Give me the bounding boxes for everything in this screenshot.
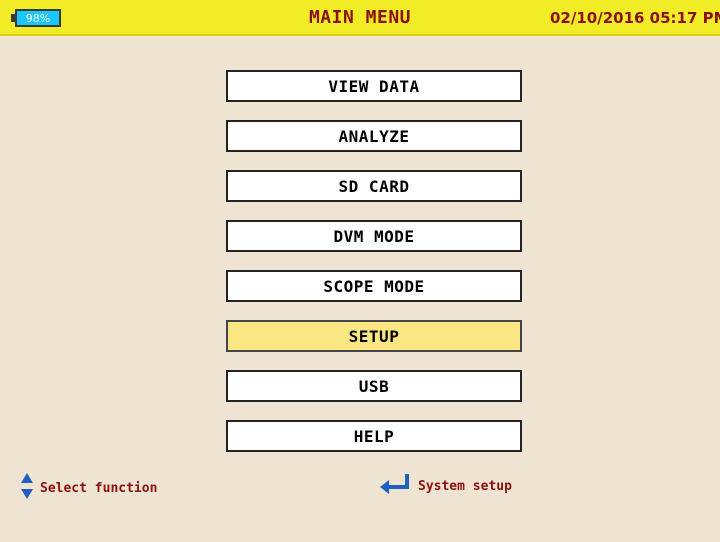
menu-item-setup[interactable]: SETUP — [226, 320, 522, 352]
select-function-label: Select function — [40, 480, 158, 496]
menu-item-analyze[interactable]: ANALYZE — [226, 120, 522, 152]
menu-item-view-data[interactable]: VIEW DATA — [226, 70, 522, 102]
system-setup-label: System setup — [418, 478, 512, 494]
up-down-arrow-icon — [20, 472, 34, 504]
system-setup-hint: System setup — [378, 472, 512, 500]
select-function-hint: Select function — [20, 472, 157, 504]
status-bar: 98% MAIN MENU 02/10/2016 05:17 PM — [0, 0, 720, 36]
menu-item-dvm-mode[interactable]: DVM MODE — [226, 220, 522, 252]
main-menu: VIEW DATA ANALYZE SD CARD DVM MODE SCOPE… — [226, 70, 522, 470]
menu-item-scope-mode[interactable]: SCOPE MODE — [226, 270, 522, 302]
date-time: 02/10/2016 05:17 PM — [550, 9, 720, 27]
menu-item-sd-card[interactable]: SD CARD — [226, 170, 522, 202]
menu-item-usb[interactable]: USB — [226, 370, 522, 402]
menu-item-help[interactable]: HELP — [226, 420, 522, 452]
enter-icon — [378, 472, 412, 500]
